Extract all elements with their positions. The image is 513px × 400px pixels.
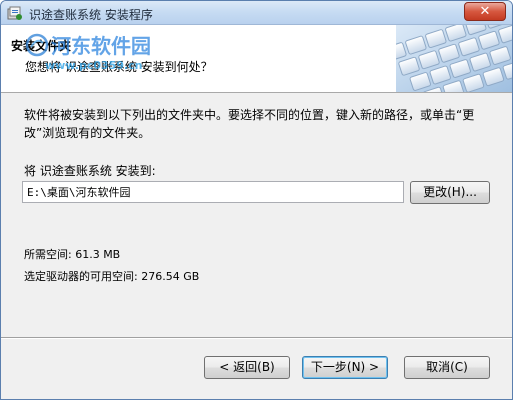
cancel-button[interactable]: 取消(C) [404,356,490,379]
header-banner: 安装文件夹 您想将 识途查账系统 安装到何处？ 河东软件园 www.pc0359… [1,25,512,93]
install-path-input[interactable] [22,181,404,203]
window-title: 识途查账系统 安装程序 [29,8,153,22]
instructions-text: 软件将被安装到以下列出的文件夹中。要选择不同的位置，键入新的路径，或单击“更改”… [24,108,475,140]
keyboard-banner-image [396,25,512,92]
space-available-text: 选定驱动器的可用空间: 276.54 GB [24,270,200,283]
title-bar[interactable]: 识途查账系统 安装程序 ✕ [1,1,512,25]
installer-icon [7,6,22,20]
space-required-text: 所需空间: 61.3 MB [24,248,121,261]
browse-button[interactable]: 更改(H)... [410,181,490,204]
installer-window: 识途查账系统 安装程序 ✕ 安装文件夹 您想将 识途查账系统 安装到何处？ 河东… [0,0,513,400]
install-to-label: 将 识途查账系统 安装到: [24,164,156,178]
back-button[interactable]: < 返回(B) [204,356,290,379]
footer-divider [1,337,512,339]
page-title: 安装文件夹 [11,39,72,53]
close-button[interactable]: ✕ [464,2,506,21]
page-subtitle: 您想将 识途查账系统 安装到何处？ [25,60,213,74]
next-button[interactable]: 下一步(N) > [302,356,388,379]
